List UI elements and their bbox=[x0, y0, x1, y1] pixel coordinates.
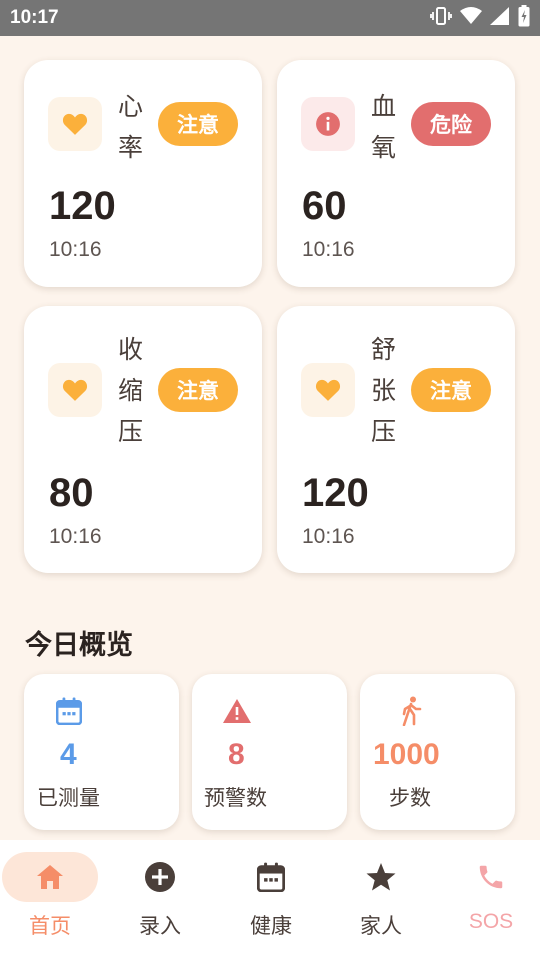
nav-item-family[interactable]: 家人 bbox=[331, 852, 431, 952]
stat-label: 已测量 bbox=[37, 786, 100, 810]
walk-icon bbox=[396, 696, 426, 726]
status-badge: 注意 bbox=[158, 102, 238, 146]
nav-label: 家人 bbox=[360, 914, 402, 938]
vital-time: 10:16 bbox=[302, 238, 355, 261]
vital-time: 10:16 bbox=[49, 238, 102, 261]
heart-icon bbox=[301, 363, 355, 417]
status-time: 10:17 bbox=[10, 7, 59, 28]
home-icon bbox=[2, 852, 98, 902]
stat-card-measured[interactable]: 4 已测量 bbox=[24, 674, 179, 830]
vital-value: 120 bbox=[302, 471, 369, 515]
nav-item-input[interactable]: 录入 bbox=[110, 852, 210, 952]
nav-label: 首页 bbox=[29, 914, 71, 938]
vital-value: 60 bbox=[302, 184, 347, 228]
phone-icon bbox=[443, 852, 539, 902]
heart-icon bbox=[48, 97, 102, 151]
stat-card-alerts[interactable]: 8 预警数 bbox=[192, 674, 347, 830]
heart-icon bbox=[48, 363, 102, 417]
calendar-icon bbox=[54, 696, 84, 726]
vibrate-icon bbox=[430, 6, 452, 30]
wifi-icon bbox=[460, 7, 482, 29]
vital-value: 120 bbox=[49, 184, 116, 228]
vital-name: 心率 bbox=[118, 92, 144, 162]
star-icon bbox=[333, 852, 429, 902]
vital-card-heart-rate[interactable]: 心率 注意 120 10:16 bbox=[24, 60, 262, 287]
add-circle-icon bbox=[112, 852, 208, 902]
nav-item-sos[interactable]: SOS bbox=[441, 852, 540, 952]
stat-card-steps[interactable]: 1000 步数 bbox=[360, 674, 515, 830]
vital-card-blood-oxygen[interactable]: 血氧 危险 60 10:16 bbox=[277, 60, 515, 287]
nav-item-health[interactable]: 健康 bbox=[221, 852, 321, 952]
main-content: 心率 注意 120 10:16 血氧 危险 60 10:16 收缩压 注意 80… bbox=[0, 36, 540, 840]
nav-item-home[interactable]: 首页 bbox=[0, 852, 100, 952]
battery-icon bbox=[518, 5, 530, 31]
vital-time: 10:16 bbox=[302, 525, 355, 548]
vital-name: 收缩压 bbox=[118, 335, 144, 446]
stat-label: 预警数 bbox=[204, 786, 267, 810]
info-icon bbox=[301, 97, 355, 151]
vital-card-diastolic[interactable]: 舒张压 注意 120 10:16 bbox=[277, 306, 515, 573]
calendar-icon bbox=[223, 852, 319, 902]
warning-icon bbox=[222, 696, 252, 726]
stat-value: 1000 bbox=[373, 738, 440, 771]
bottom-navigation: 首页 录入 健康 家人 SOS bbox=[0, 840, 540, 960]
vital-card-systolic[interactable]: 收缩压 注意 80 10:16 bbox=[24, 306, 262, 573]
stat-value: 4 bbox=[60, 738, 77, 771]
vital-name: 血氧 bbox=[371, 92, 397, 162]
nav-label: 健康 bbox=[250, 914, 292, 938]
vital-time: 10:16 bbox=[49, 525, 102, 548]
nav-label: SOS bbox=[468, 910, 514, 933]
signal-icon bbox=[490, 7, 510, 29]
status-bar: 10:17 bbox=[0, 0, 540, 36]
nav-label: 录入 bbox=[139, 914, 181, 938]
status-badge: 危险 bbox=[411, 102, 491, 146]
status-badge: 注意 bbox=[411, 368, 491, 412]
vital-name: 舒张压 bbox=[371, 335, 397, 446]
status-badge: 注意 bbox=[158, 368, 238, 412]
vital-value: 80 bbox=[49, 471, 94, 515]
stat-value: 8 bbox=[228, 738, 245, 771]
stat-label: 步数 bbox=[389, 786, 431, 810]
section-title-overview: 今日概览 bbox=[25, 630, 133, 661]
